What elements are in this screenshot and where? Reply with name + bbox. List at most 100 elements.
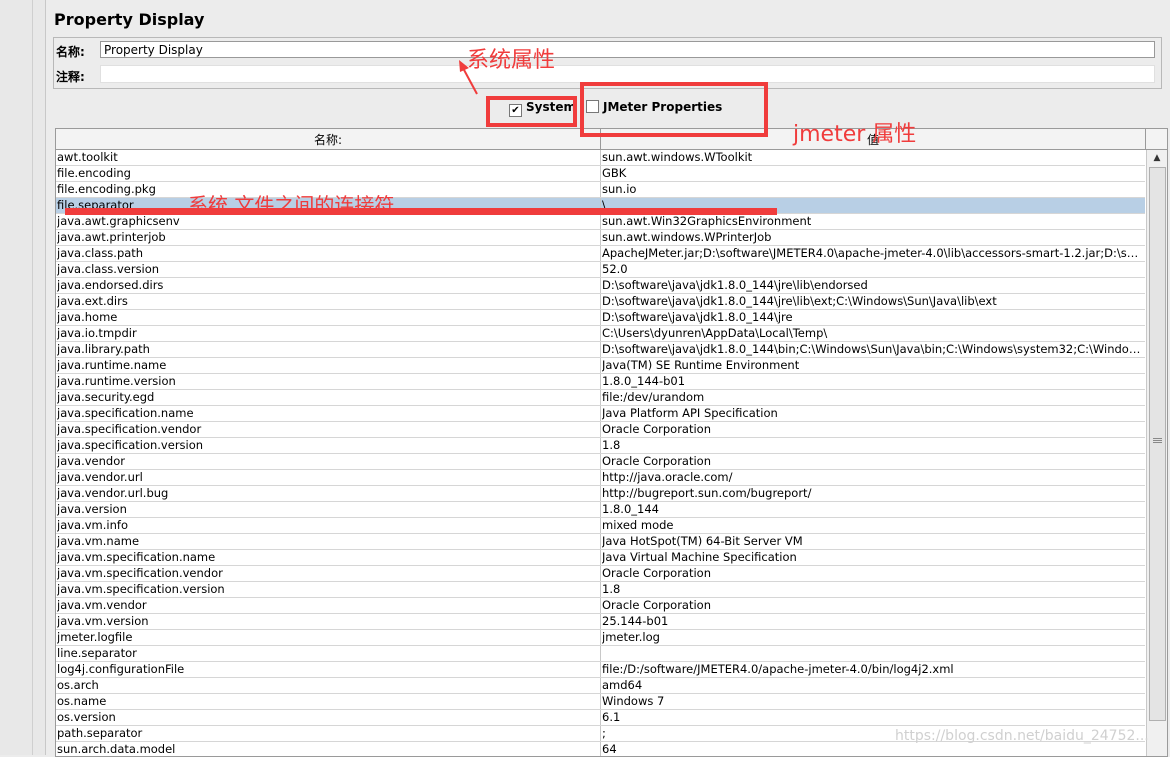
table-row[interactable]: java.specification.name Java Platform API… [56,406,1145,422]
property-name-cell[interactable]: log4j.configurationFile [57,662,599,677]
table-row[interactable]: jmeter.logfile jmeter.log [56,630,1145,646]
property-value-cell[interactable]: 6.1 [602,710,1142,725]
property-name-cell[interactable]: java.security.egd [57,390,599,405]
column-header-name[interactable]: 名称: [56,129,601,149]
property-name-cell[interactable]: os.name [57,694,599,709]
property-value-cell[interactable]: http://bugreport.sun.com/bugreport/ [602,486,1142,501]
property-name-cell[interactable]: java.vendor.url.bug [57,486,599,501]
property-name-cell[interactable]: path.separator [57,726,599,741]
property-value-cell[interactable]: sun.io [602,182,1142,197]
table-row[interactable]: os.arch amd64 [56,678,1145,694]
table-row[interactable]: java.vm.info mixed mode [56,518,1145,534]
table-row[interactable]: java.runtime.version 1.8.0_144-b01 [56,374,1145,390]
table-row[interactable]: java.security.egd file:/dev/urandom [56,390,1145,406]
property-value-cell[interactable]: Oracle Corporation [602,422,1142,437]
property-value-cell[interactable]: Java Platform API Specification [602,406,1142,421]
table-row[interactable]: java.vm.version 25.144-b01 [56,614,1145,630]
property-value-cell[interactable]: Oracle Corporation [602,566,1142,581]
property-value-cell[interactable]: 1.8.0_144-b01 [602,374,1142,389]
table-row[interactable]: java.version 1.8.0_144 [56,502,1145,518]
property-name-cell[interactable]: java.vm.specification.vendor [57,566,599,581]
property-value-cell[interactable]: Oracle Corporation [602,454,1142,469]
table-row[interactable]: file.encoding GBK [56,166,1145,182]
table-row[interactable]: log4j.configurationFile file:/D:/software… [56,662,1145,678]
table-row[interactable]: java.vm.name Java HotSpot(TM) 64-Bit Serv… [56,534,1145,550]
property-value-cell[interactable]: 52.0 [602,262,1142,277]
property-value-cell[interactable]: sun.awt.windows.WToolkit [602,150,1142,165]
property-value-cell[interactable]: sun.awt.Win32GraphicsEnvironment [602,214,1142,229]
property-value-cell[interactable]: 1.8 [602,438,1142,453]
property-name-cell[interactable]: java.specification.version [57,438,599,453]
table-row[interactable]: java.specification.vendor Oracle Corporat… [56,422,1145,438]
property-value-cell[interactable]: GBK [602,166,1142,181]
table-row[interactable]: java.vendor.url http://java.oracle.com/ [56,470,1145,486]
table-row[interactable]: java.vm.specification.name Java Virtual M… [56,550,1145,566]
table-row[interactable]: java.vendor.url.bug http://bugreport.sun.… [56,486,1145,502]
table-row[interactable]: java.class.version 52.0 [56,262,1145,278]
property-value-cell[interactable]: http://java.oracle.com/ [602,470,1142,485]
scroll-up-arrow-icon[interactable]: ▲ [1147,150,1167,166]
property-name-cell[interactable]: java.endorsed.dirs [57,278,599,293]
table-row[interactable]: java.vm.specification.version 1.8 [56,582,1145,598]
property-value-cell[interactable]: Java Virtual Machine Specification [602,550,1142,565]
table-row[interactable]: java.io.tmpdir C:\Users\dyunren\AppData\L… [56,326,1145,342]
table-row[interactable]: os.name Windows 7 [56,694,1145,710]
property-value-cell[interactable]: 25.144-b01 [602,614,1142,629]
property-name-cell[interactable]: java.vm.name [57,534,599,549]
property-value-cell[interactable]: 1.8.0_144 [602,502,1142,517]
property-value-cell[interactable] [602,646,1142,661]
property-value-cell[interactable]: sun.awt.windows.WPrinterJob [602,230,1142,245]
property-value-cell[interactable]: C:\Users\dyunren\AppData\Local\Temp\ [602,326,1142,341]
property-name-cell[interactable]: java.version [57,502,599,517]
property-value-cell[interactable]: 1.8 [602,582,1142,597]
property-value-cell[interactable]: amd64 [602,678,1142,693]
property-name-cell[interactable]: java.runtime.version [57,374,599,389]
table-row[interactable]: line.separator [56,646,1145,662]
property-name-cell[interactable]: java.vm.specification.version [57,582,599,597]
property-value-cell[interactable]: ApacheJMeter.jar;D:\software\JMETER4.0\a… [602,246,1142,261]
table-row[interactable]: awt.toolkit sun.awt.windows.WToolkit [56,150,1145,166]
property-value-cell[interactable]: Java HotSpot(TM) 64-Bit Server VM [602,534,1142,549]
property-name-cell[interactable]: java.specification.vendor [57,422,599,437]
property-value-cell[interactable]: Oracle Corporation [602,598,1142,613]
property-name-cell[interactable]: java.vendor [57,454,599,469]
table-row[interactable]: java.specification.version 1.8 [56,438,1145,454]
property-name-cell[interactable]: java.library.path [57,342,599,357]
property-name-cell[interactable]: file.encoding [57,166,599,181]
property-name-cell[interactable]: line.separator [57,646,599,661]
property-value-cell[interactable]: D:\software\java\jdk1.8.0_144\jre\lib\en… [602,278,1142,293]
property-name-cell[interactable]: os.arch [57,678,599,693]
property-name-cell[interactable]: java.specification.name [57,406,599,421]
property-value-cell[interactable]: D:\software\java\jdk1.8.0_144\bin;C:\Win… [602,342,1142,357]
property-value-cell[interactable]: Windows 7 [602,694,1142,709]
property-name-cell[interactable]: java.runtime.name [57,358,599,373]
property-name-cell[interactable]: java.class.version [57,262,599,277]
table-row[interactable]: java.vm.specification.vendor Oracle Corpo… [56,566,1145,582]
table-row[interactable]: java.endorsed.dirs D:\software\java\jdk1.… [56,278,1145,294]
name-input[interactable]: Property Display [100,41,1155,58]
vertical-scrollbar[interactable]: ▲ [1146,150,1167,756]
property-name-cell[interactable]: jmeter.logfile [57,630,599,645]
property-value-cell[interactable]: file:/D:/software/JMETER4.0/apache-jmete… [602,662,1142,677]
table-row[interactable]: java.class.path ApacheJMeter.jar;D:\softw… [56,246,1145,262]
table-row[interactable]: java.vendor Oracle Corporation [56,454,1145,470]
table-row[interactable]: java.runtime.name Java(TM) SE Runtime Env… [56,358,1145,374]
property-name-cell[interactable]: java.vm.version [57,614,599,629]
property-name-cell[interactable]: java.vm.info [57,518,599,533]
table-row[interactable]: java.awt.printerjob sun.awt.windows.WPrin… [56,230,1145,246]
property-value-cell[interactable]: Java(TM) SE Runtime Environment [602,358,1142,373]
property-name-cell[interactable]: java.io.tmpdir [57,326,599,341]
property-name-cell[interactable]: java.home [57,310,599,325]
scrollbar-thumb[interactable] [1149,167,1166,721]
table-row[interactable]: java.vm.vendor Oracle Corporation [56,598,1145,614]
property-name-cell[interactable]: java.class.path [57,246,599,261]
table-row[interactable]: java.home D:\software\java\jdk1.8.0_144\j… [56,310,1145,326]
property-value-cell[interactable]: mixed mode [602,518,1142,533]
property-name-cell[interactable]: java.ext.dirs [57,294,599,309]
property-name-cell[interactable]: os.version [57,710,599,725]
table-row[interactable]: os.version 6.1 [56,710,1145,726]
property-name-cell[interactable]: java.vendor.url [57,470,599,485]
property-value-cell[interactable]: jmeter.log [602,630,1142,645]
property-value-cell[interactable]: D:\software\java\jdk1.8.0_144\jre [602,310,1142,325]
property-value-cell[interactable]: file:/dev/urandom [602,390,1142,405]
